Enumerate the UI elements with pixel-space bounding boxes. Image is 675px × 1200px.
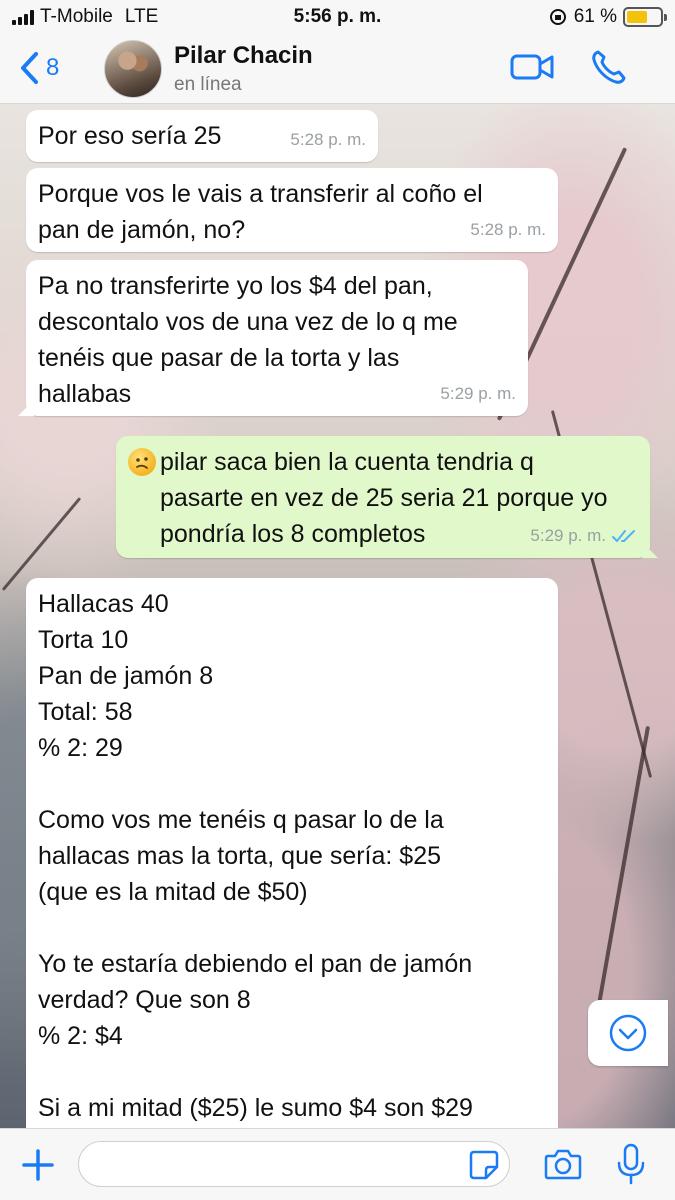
message-time: 5:29 p. m. [530,526,606,545]
phone-icon[interactable] [590,48,628,86]
orientation-lock-icon [549,9,566,25]
message-bubble[interactable]: Por eso sería 25 5:28 p. m. [26,110,378,162]
emoji-icon [128,448,156,476]
read-receipt-icon [612,530,635,542]
message-time: 5:29 p. m. [440,384,516,403]
message-input[interactable] [78,1141,510,1187]
message-meta: 5:29 p. m. [530,518,638,554]
unread-count: 8 [46,54,60,81]
message-meta: 5:28 p. m. [470,212,546,248]
message-bubble[interactable]: Hallacas 40 Torta 10 Pan de jamón 8 Tota… [26,578,558,1128]
message-time: 5:28 p. m. [290,130,366,149]
back-button[interactable]: 8 [18,50,59,86]
message-time: 5:28 p. m. [470,220,546,239]
scroll-to-bottom-button[interactable] [588,1000,668,1066]
bubble-tail [642,542,658,558]
microphone-icon[interactable] [616,1143,646,1185]
battery-percent: 61 % [573,6,617,27]
message-bubble[interactable]: Porque vos le vais a transferir al coño … [26,168,558,252]
battery-icon [623,7,667,27]
status-bar: T-Mobile LTE 5:56 p. m. 61 % [0,0,675,34]
video-call-icon[interactable] [510,52,554,82]
plus-icon[interactable] [20,1147,56,1183]
bubble-tail [18,400,34,416]
avatar[interactable] [104,40,162,98]
message-bubble[interactable]: Pa no transferirte yo los $4 del pan, de… [18,260,528,416]
status-right: 61 % [548,6,667,28]
contact-name[interactable]: Pilar Chacin [174,42,313,70]
camera-icon[interactable] [544,1147,582,1181]
message-meta: 5:28 p. m. [290,122,366,158]
message-text: Hallacas 40 Torta 10 Pan de jamón 8 Tota… [38,590,473,1122]
chat-header: 8 Pilar Chacin en línea [0,34,675,104]
input-bar [0,1128,675,1200]
chevron-down-icon [609,1014,647,1052]
sticker-icon[interactable] [468,1149,500,1181]
back-chevron-icon [21,52,38,84]
chat-area[interactable]: Por eso sería 25 5:28 p. m. Porque vos l… [0,104,675,1128]
message-bubble-outgoing[interactable]: pilar saca bien la cuenta tendria q pasa… [116,436,658,558]
contact-status: en línea [174,74,242,95]
message-meta: 5:29 p. m. [440,376,516,412]
